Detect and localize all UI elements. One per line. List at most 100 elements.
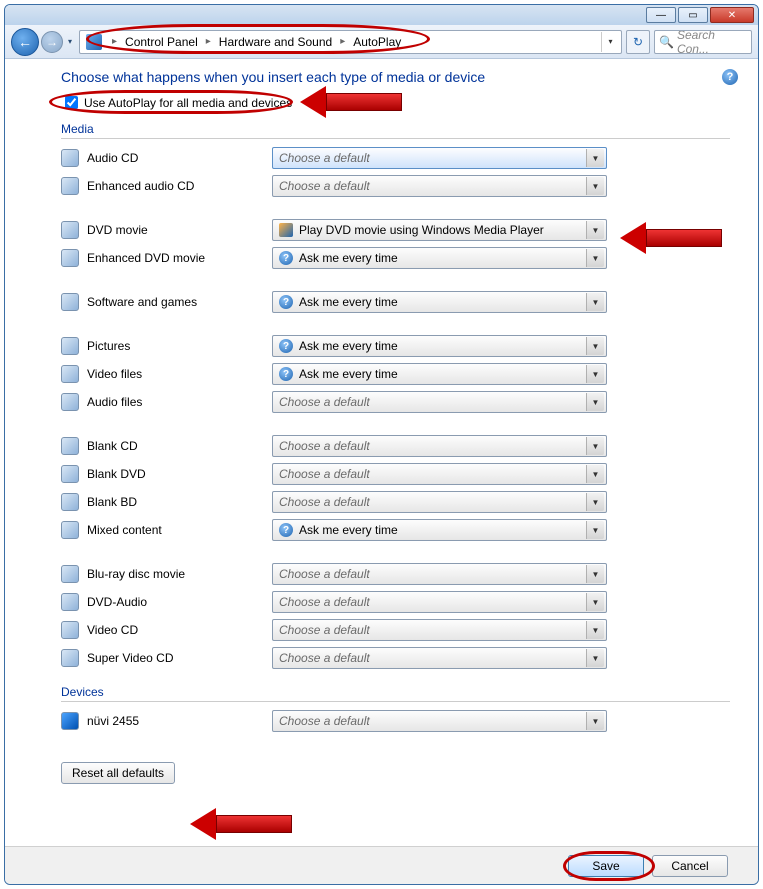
section-media: Media (61, 122, 730, 139)
combo-blank-dvd[interactable]: Choose a default ▼ (272, 463, 607, 485)
reset-defaults-button[interactable]: Reset all defaults (61, 762, 175, 784)
combo-placeholder: Choose a default (279, 395, 370, 409)
chevron-down-icon: ▼ (586, 465, 604, 483)
chevron-down-icon: ▼ (586, 565, 604, 583)
location-icon (86, 34, 102, 50)
combo-blank-cd[interactable]: Choose a default ▼ (272, 435, 607, 457)
combo-value: Play DVD movie using Windows Media Playe… (299, 223, 544, 237)
question-icon: ? (279, 523, 293, 537)
combo-video-cd[interactable]: Choose a default ▼ (272, 619, 607, 641)
question-icon: ? (279, 251, 293, 265)
combo-software-games[interactable]: ? Ask me every time ▼ (272, 291, 607, 313)
combo-dvd-audio[interactable]: Choose a default ▼ (272, 591, 607, 613)
combo-bluray[interactable]: Choose a default ▼ (272, 563, 607, 585)
disc-icon (61, 565, 79, 583)
combo-super-video-cd[interactable]: Choose a default ▼ (272, 647, 607, 669)
maximize-button[interactable]: ▭ (678, 7, 708, 23)
combo-enh-dvd-movie[interactable]: ? Ask me every time ▼ (272, 247, 607, 269)
row-bluray: Blu-ray disc movie Choose a default ▼ (61, 561, 730, 587)
combo-placeholder: Choose a default (279, 495, 370, 509)
video-icon (61, 365, 79, 383)
combo-video-files[interactable]: ? Ask me every time ▼ (272, 363, 607, 385)
disc-icon (61, 437, 79, 455)
combo-placeholder: Choose a default (279, 439, 370, 453)
search-input[interactable]: 🔍 Search Con... (654, 30, 752, 54)
combo-mixed-content[interactable]: ? Ask me every time ▼ (272, 519, 607, 541)
row-dvd-audio: DVD-Audio Choose a default ▼ (61, 589, 730, 615)
chevron-down-icon: ▼ (586, 437, 604, 455)
label-dvd-movie: DVD movie (87, 223, 272, 237)
search-icon: 🔍 (659, 35, 674, 49)
combo-nuvi[interactable]: Choose a default ▼ (272, 710, 607, 732)
pictures-icon (61, 337, 79, 355)
combo-pictures[interactable]: ? Ask me every time ▼ (272, 335, 607, 357)
chevron-down-icon: ▼ (586, 649, 604, 667)
save-button[interactable]: Save (568, 855, 644, 877)
label-nuvi: nüvi 2455 (87, 714, 272, 728)
label-enh-dvd-movie: Enhanced DVD movie (87, 251, 272, 265)
question-icon: ? (279, 339, 293, 353)
use-autoplay-checkbox[interactable] (65, 96, 78, 109)
chevron-down-icon: ▼ (586, 337, 604, 355)
use-autoplay-label: Use AutoPlay for all media and devices (84, 96, 292, 110)
minimize-button[interactable]: — (646, 7, 676, 23)
question-icon: ? (279, 295, 293, 309)
breadcrumb-control-panel[interactable]: Control Panel (123, 35, 200, 49)
combo-enh-audio-cd[interactable]: Choose a default ▼ (272, 175, 607, 197)
combo-placeholder: Choose a default (279, 567, 370, 581)
wmp-icon (279, 223, 293, 237)
combo-placeholder: Choose a default (279, 651, 370, 665)
chevron-down-icon: ▼ (586, 293, 604, 311)
chevron-down-icon: ▼ (586, 221, 604, 239)
row-mixed-content: Mixed content ? Ask me every time ▼ (61, 517, 730, 543)
combo-dvd-movie[interactable]: Play DVD movie using Windows Media Playe… (272, 219, 607, 241)
combo-audio-files[interactable]: Choose a default ▼ (272, 391, 607, 413)
breadcrumb-hardware-sound[interactable]: Hardware and Sound (217, 35, 334, 49)
breadcrumb[interactable]: ▸ Control Panel ▸ Hardware and Sound ▸ A… (79, 30, 622, 54)
cancel-button[interactable]: Cancel (652, 855, 728, 877)
row-blank-cd: Blank CD Choose a default ▼ (61, 433, 730, 459)
chevron-down-icon: ▼ (586, 393, 604, 411)
refresh-button[interactable]: ↻ (626, 30, 650, 54)
disc-icon (61, 621, 79, 639)
chevron-down-icon: ▼ (586, 521, 604, 539)
label-blank-bd: Blank BD (87, 495, 272, 509)
combo-placeholder: Choose a default (279, 179, 370, 193)
breadcrumb-autoplay[interactable]: AutoPlay (351, 35, 403, 49)
nav-history-dropdown[interactable]: ▾ (65, 32, 75, 52)
label-enh-audio-cd: Enhanced audio CD (87, 179, 272, 193)
breadcrumb-dropdown[interactable]: ▾ (601, 32, 619, 52)
row-super-video-cd: Super Video CD Choose a default ▼ (61, 645, 730, 671)
row-software-games: Software and games ? Ask me every time ▼ (61, 289, 730, 315)
search-placeholder: Search Con... (677, 30, 747, 54)
combo-value: Ask me every time (299, 295, 398, 309)
chevron-down-icon: ▼ (586, 249, 604, 267)
row-nuvi: nüvi 2455 Choose a default ▼ (61, 708, 730, 734)
row-blank-dvd: Blank DVD Choose a default ▼ (61, 461, 730, 487)
help-icon[interactable]: ? (722, 69, 738, 85)
close-button[interactable]: ✕ (710, 7, 754, 23)
page-title: Choose what happens when you insert each… (61, 69, 730, 89)
label-super-video-cd: Super Video CD (87, 651, 272, 665)
label-bluray: Blu-ray disc movie (87, 567, 272, 581)
combo-placeholder: Choose a default (279, 623, 370, 637)
section-devices: Devices (61, 685, 730, 702)
nav-back-button[interactable]: ← (11, 28, 39, 56)
row-audio-files: Audio files Choose a default ▼ (61, 389, 730, 415)
row-enh-dvd-movie: Enhanced DVD movie ? Ask me every time ▼ (61, 245, 730, 271)
combo-value: Ask me every time (299, 251, 398, 265)
dvd-icon (61, 249, 79, 267)
row-video-cd: Video CD Choose a default ▼ (61, 617, 730, 643)
chevron-down-icon: ▼ (586, 712, 604, 730)
nav-forward-button[interactable]: → (41, 31, 63, 53)
combo-audio-cd[interactable]: Choose a default ▼ (272, 147, 607, 169)
disc-icon (61, 493, 79, 511)
label-dvd-audio: DVD-Audio (87, 595, 272, 609)
row-blank-bd: Blank BD Choose a default ▼ (61, 489, 730, 515)
row-pictures: Pictures ? Ask me every time ▼ (61, 333, 730, 359)
combo-blank-bd[interactable]: Choose a default ▼ (272, 491, 607, 513)
row-audio-cd: Audio CD Choose a default ▼ (61, 145, 730, 171)
audio-icon (61, 393, 79, 411)
chevron-down-icon: ▼ (586, 365, 604, 383)
combo-value: Ask me every time (299, 523, 398, 537)
